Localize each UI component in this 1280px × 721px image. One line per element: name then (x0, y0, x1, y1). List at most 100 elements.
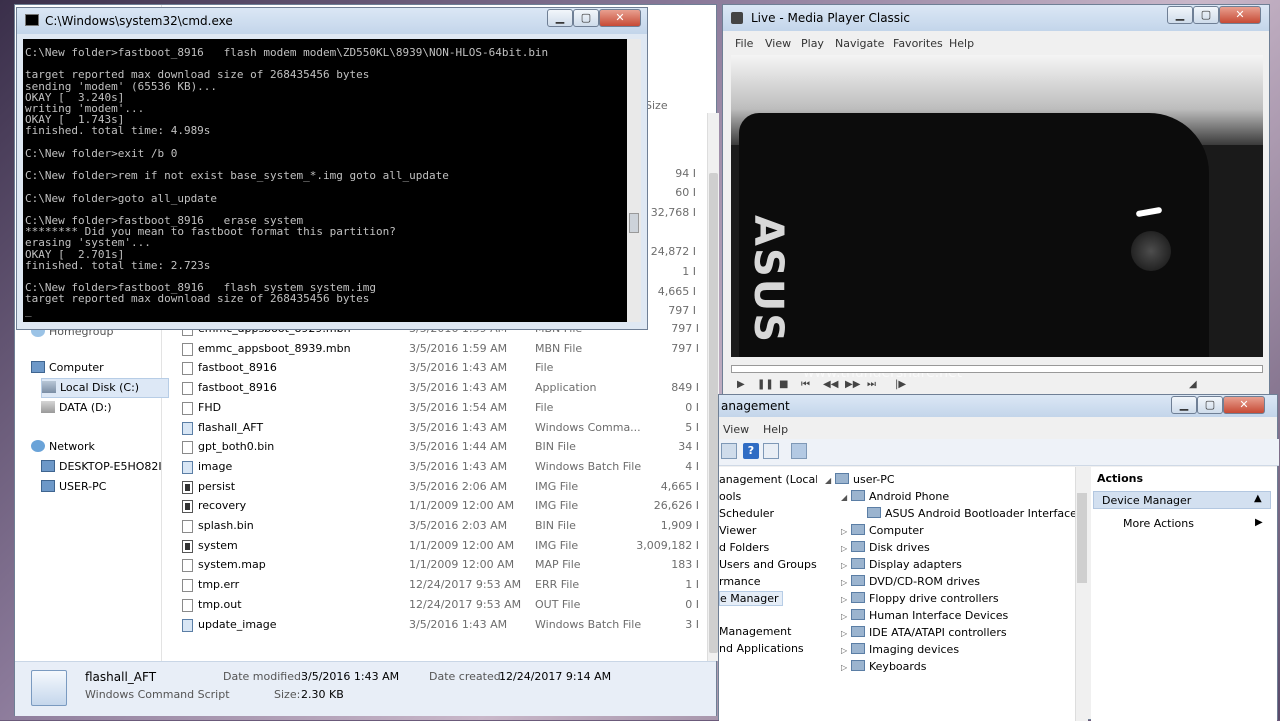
cm-title: anagement (721, 399, 790, 413)
rewind-icon[interactable]: ◀◀ (823, 379, 838, 390)
cm-left-item[interactable]: Viewer (719, 524, 756, 537)
scrollbar-thumb[interactable] (709, 173, 718, 653)
device-tree-item[interactable]: ▷ Floppy drive controllers (841, 590, 999, 607)
show-hide-tree-icon[interactable] (763, 443, 779, 459)
nav-desktop-e5ho82i[interactable]: DESKTOP-E5HO82I (41, 458, 162, 476)
stop-icon[interactable]: ■ (779, 379, 788, 390)
nav-local-disk-c[interactable]: Local Disk (C:) (41, 378, 169, 398)
expand-toggle-icon[interactable]: ▷ (841, 625, 851, 642)
expand-toggle-icon[interactable]: ▷ (841, 540, 851, 557)
file-row[interactable]: recovery 1/1/2009 12:00 AM IMG File 26,626 … (180, 496, 705, 516)
expand-toggle-icon[interactable]: ▷ (841, 608, 851, 625)
file-row[interactable]: fastboot_8916 3/5/2016 1:43 AM File (180, 358, 705, 378)
file-row[interactable]: splash.bin 3/5/2016 2:03 AM BIN File 1,909 … (180, 516, 705, 536)
device-tree-item[interactable]: ◢ user-PC (825, 471, 895, 488)
menu-view[interactable]: View (723, 423, 749, 436)
video-frame[interactable]: ASUS (731, 55, 1263, 357)
file-type: File (535, 361, 554, 375)
cm-left-item[interactable]: d Folders (719, 541, 769, 554)
cm-left-item[interactable]: Management (719, 625, 791, 638)
device-tree-item[interactable]: ▷ Display adapters (841, 556, 962, 573)
expand-toggle-icon[interactable]: ▷ (841, 591, 851, 608)
scrollbar-thumb[interactable] (1077, 493, 1087, 583)
device-tree-item[interactable]: ASUS Android Bootloader Interface (857, 505, 1075, 522)
skip-forward-icon[interactable]: ⏭ (867, 379, 876, 390)
cm-left-item[interactable]: Scheduler (719, 507, 774, 520)
expand-toggle-icon[interactable]: ◢ (825, 472, 835, 489)
device-tree-item[interactable]: ▷ DVD/CD-ROM drives (841, 573, 980, 590)
maximize-button[interactable]: ▢ (573, 9, 599, 27)
nav-network[interactable]: Network (31, 438, 95, 456)
minimize-button[interactable]: ▁ (1171, 396, 1197, 414)
skip-back-icon[interactable]: ⏮ (801, 379, 810, 390)
minimize-button[interactable]: ▁ (547, 9, 573, 27)
cm-left-item[interactable]: ools (719, 490, 741, 503)
expand-toggle-icon[interactable]: ▷ (841, 659, 851, 676)
menu-help[interactable]: Help (949, 37, 974, 50)
nav-data-d[interactable]: DATA (D:) (41, 399, 112, 417)
device-tree-item[interactable]: ▷ Disk drives (841, 539, 930, 556)
action-more-actions[interactable]: More Actions (1123, 517, 1194, 530)
file-row[interactable]: system 1/1/2009 12:00 AM IMG File 3,009,182… (180, 536, 705, 556)
expand-toggle-icon[interactable]: ◢ (841, 489, 851, 506)
file-row[interactable]: gpt_both0.bin 3/5/2016 1:44 AM BIN File 34 … (180, 437, 705, 457)
close-button[interactable]: ✕ (1223, 396, 1265, 414)
device-tree-item[interactable]: ▷ Imaging devices (841, 641, 959, 658)
maximize-button[interactable]: ▢ (1193, 6, 1219, 24)
file-row[interactable]: tmp.out 12/24/2017 9:53 AM OUT File 0 I (180, 595, 705, 615)
expand-toggle-icon[interactable]: ▷ (841, 574, 851, 591)
scrollbar-thumb[interactable] (629, 213, 639, 233)
file-row[interactable]: emmc_appsboot_8939.mbn 3/5/2016 1:59 AM MB… (180, 339, 705, 359)
nav-computer[interactable]: Computer (31, 359, 104, 377)
cm-left-item[interactable]: nd Applications (719, 642, 804, 655)
device-tree-item[interactable]: ▷ Keyboards (841, 658, 926, 675)
help-icon[interactable]: ? (743, 443, 759, 459)
menu-help[interactable]: Help (763, 423, 788, 436)
pause-icon[interactable]: ❚❚ (757, 379, 774, 390)
expand-toggle-icon[interactable]: ▷ (841, 557, 851, 574)
device-tree-item[interactable]: ▷ Computer (841, 522, 924, 539)
mpc-titlebar[interactable]: Live - Media Player Classic ▁ ▢ ✕ (723, 5, 1269, 31)
menu-favorites[interactable]: Favorites (893, 37, 943, 50)
console-output[interactable]: C:\New folder>fastboot_8916 flash modem … (23, 39, 627, 322)
file-row[interactable]: tmp.err 12/24/2017 9:53 AM ERR File 1 I (180, 575, 705, 595)
menu-navigate[interactable]: Navigate (835, 37, 884, 50)
size-column-header[interactable]: Size (645, 99, 668, 112)
cm-left-item[interactable]: Users and Groups (719, 558, 817, 571)
menu-view[interactable]: View (765, 37, 791, 50)
properties-icon[interactable] (721, 443, 737, 459)
expand-toggle-icon[interactable]: ▷ (841, 523, 851, 540)
device-tree-scrollbar[interactable] (1075, 467, 1088, 721)
device-tree-item[interactable]: ◢ Android Phone (841, 488, 949, 505)
maximize-button[interactable]: ▢ (1197, 396, 1223, 414)
file-row[interactable]: update_image 3/5/2016 1:43 AM Windows Batc… (180, 615, 705, 635)
device-tree-item[interactable]: ▷ IDE ATA/ATAPI controllers (841, 624, 1007, 641)
close-button[interactable]: ✕ (599, 9, 641, 27)
menu-play[interactable]: Play (801, 37, 824, 50)
file-row[interactable]: flashall_AFT 3/5/2016 1:43 AM Windows Comm… (180, 418, 705, 438)
minimize-button[interactable]: ▁ (1167, 6, 1193, 24)
cm-left-item-device-manager[interactable]: e Manager (719, 591, 784, 606)
file-row[interactable]: image 3/5/2016 1:43 AM Windows Batch File 4… (180, 457, 705, 477)
cmd-titlebar[interactable]: C:\Windows\system32\cmd.exe ▁ ▢ ✕ (17, 8, 647, 34)
menu-file[interactable]: File (735, 37, 753, 50)
play-icon[interactable]: ▶ (737, 379, 745, 390)
seek-bar[interactable] (731, 365, 1263, 373)
cm-left-item[interactable]: anagement (Local (719, 473, 817, 486)
file-row[interactable]: persist 3/5/2016 2:06 AM IMG File 4,665 I (180, 477, 705, 497)
file-row[interactable]: FHD 3/5/2016 1:54 AM File 0 I (180, 398, 705, 418)
action-device-manager[interactable]: Device Manager ▲ (1093, 491, 1271, 509)
scan-hardware-icon[interactable] (791, 443, 807, 459)
file-row[interactable]: fastboot_8916 3/5/2016 1:43 AM Application… (180, 378, 705, 398)
frame-step-icon[interactable]: |▶ (895, 379, 906, 390)
device-tree-item[interactable]: ▷ Human Interface Devices (841, 607, 1008, 624)
forward-icon[interactable]: ▶▶ (845, 379, 860, 390)
close-button[interactable]: ✕ (1219, 6, 1261, 24)
file-row[interactable]: system.map 1/1/2009 12:00 AM MAP File 183 I (180, 555, 705, 575)
nav-user-pc[interactable]: USER-PC (41, 478, 106, 496)
expand-toggle-icon[interactable]: ▷ (841, 642, 851, 659)
console-scrollbar[interactable] (627, 39, 641, 322)
cm-titlebar[interactable]: anagement ▁ ▢ ✕ (719, 395, 1277, 417)
volume-icon[interactable]: ◢ (1189, 379, 1197, 390)
cm-left-item[interactable]: rmance (719, 575, 761, 588)
